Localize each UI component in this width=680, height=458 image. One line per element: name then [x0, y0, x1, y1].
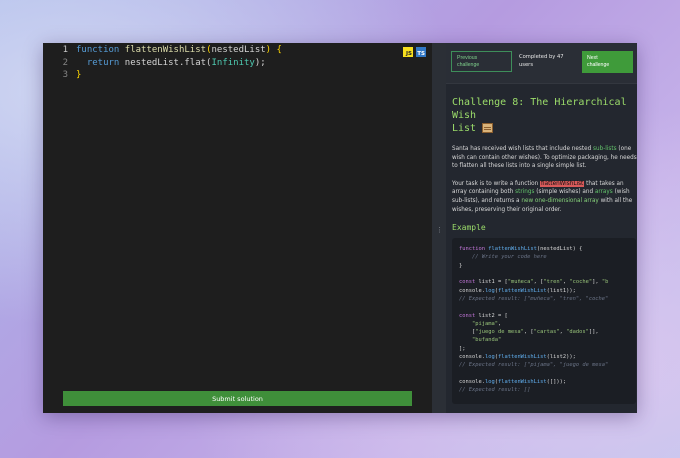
token-keyword: return: [86, 57, 120, 68]
scroll-icon: [482, 123, 494, 133]
example-line: ["juego de mesa", ["cartas", "dados"]],: [459, 329, 599, 336]
app-window: 1 function flattenWishList(nestedList) { …: [43, 43, 637, 413]
challenge-title: Challenge 8: The Hierarchical Wish List: [452, 97, 627, 134]
challenge-content: Challenge 8: The Hierarchical Wish List S…: [452, 96, 637, 405]
code-line-3[interactable]: 3}: [43, 69, 432, 82]
example-line: console.log(flattenWishList([]));: [459, 378, 567, 385]
example-line: console.log(flattenWishList(list1));: [459, 287, 576, 294]
line-number: 2: [62, 57, 68, 68]
code-line-1[interactable]: 1 function flattenWishList(nestedList) {: [43, 44, 432, 57]
example-line: function flattenWishList(nestedList) {: [459, 246, 583, 253]
line-number: 3: [62, 70, 68, 80]
token-param: nestedList: [211, 45, 266, 55]
code-lines[interactable]: 1 function flattenWishList(nestedList) { …: [43, 43, 432, 82]
example-heading: Example: [452, 223, 486, 233]
example-line: "bufanda": [459, 337, 502, 344]
line-number: 1: [62, 45, 68, 55]
code-line-2[interactable]: 2 return nestedList.flat(Infinity);: [43, 57, 432, 70]
example-line: const list1 = ["muñeca", ["tren", "coche…: [459, 279, 609, 286]
example-line: const list2 = [: [459, 312, 508, 319]
example-line: console.log(flattenWishList(list2));: [459, 354, 576, 361]
code-editor[interactable]: 1 function flattenWishList(nestedList) { …: [43, 43, 432, 413]
token-brace: }: [76, 70, 82, 80]
next-challenge-button[interactable]: Next challenge: [582, 51, 633, 73]
example-line: // Write your code here: [459, 254, 547, 261]
function-name-highlight: flattenWishList: [540, 180, 585, 187]
javascript-icon[interactable]: JS: [403, 47, 413, 57]
example-line: "pijama",: [459, 320, 502, 327]
token-constant: Infinity: [211, 57, 255, 68]
token-punct: );: [254, 57, 266, 68]
example-line: ];: [459, 345, 466, 352]
language-switcher: JS TS: [403, 47, 426, 57]
token-function: flattenWishList: [119, 45, 207, 55]
previous-challenge-button[interactable]: Previous challenge: [451, 51, 512, 72]
token-keyword: function: [76, 45, 120, 55]
submit-solution-button[interactable]: Submit solution: [63, 391, 412, 406]
example-line: }: [459, 262, 463, 269]
panel-divider[interactable]: ⋮⋮: [432, 43, 450, 413]
example-line: // Expected result: ["muñeca", "tren", "…: [459, 295, 609, 302]
example-line: // Expected result: ["pijama", "juego de…: [459, 362, 609, 369]
description-paragraph-1: Santa has received wish lists that inclu…: [452, 146, 637, 170]
token-identifier: nestedList.flat(: [119, 57, 212, 68]
example-code-block: function flattenWishList(nestedList) { /…: [452, 238, 636, 405]
token-brace: {: [271, 45, 282, 55]
challenge-nav-bar: Previous challenge Completed by 47 users N…: [446, 43, 637, 84]
typescript-icon[interactable]: TS: [416, 47, 426, 57]
challenge-panel: Previous challenge Completed by 47 users N…: [446, 43, 637, 413]
description-paragraph-2: Your task is to write a function flatten…: [452, 180, 633, 213]
completed-count: Completed by 47 users: [519, 54, 564, 68]
example-line: // Expected result: []: [459, 387, 531, 394]
